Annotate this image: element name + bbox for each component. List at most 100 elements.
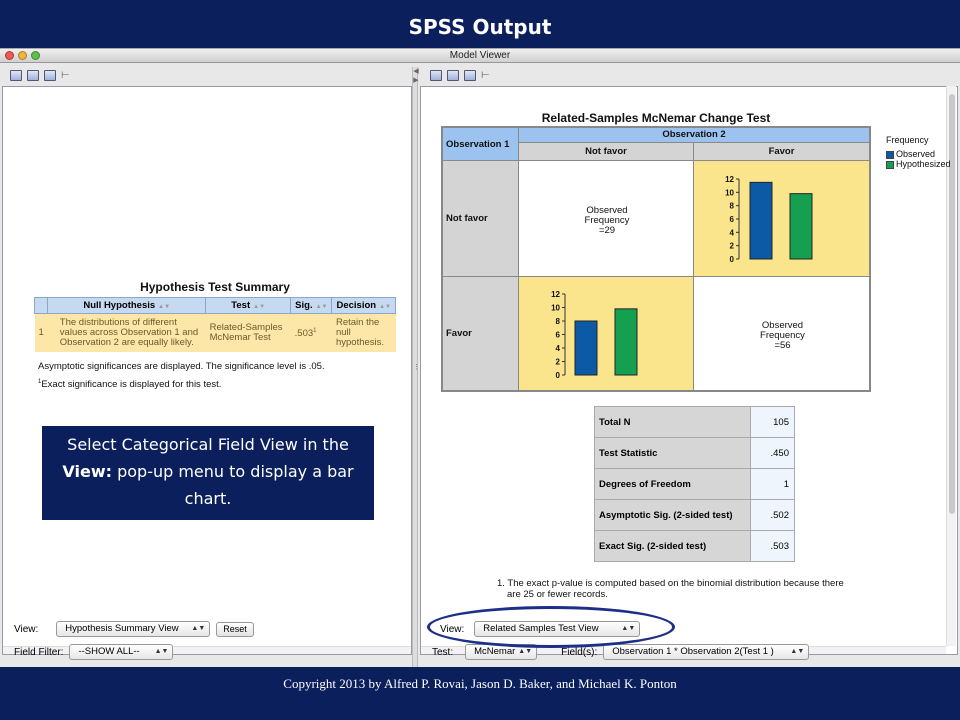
cell-not-favor-favor: 0 2 4 6 8 10 12 — [693, 160, 870, 277]
updown-caret-icon: ▲▼ — [191, 625, 206, 632]
column-header[interactable]: Sig. ▲▼ — [290, 297, 333, 314]
null-hypothesis-cell: The distributions of different values ac… — [47, 313, 206, 352]
bar-chart-favor-not-favor: 0 2 4 6 8 10 12 — [551, 290, 638, 380]
stat-label: Asymptotic Sig. (2-sided test) — [594, 499, 751, 531]
y-tick-label: 2 — [556, 358, 561, 367]
decision-cell: Retain the null hypothesis. — [331, 313, 396, 352]
field-filter-value: --SHOW ALL-- — [78, 646, 140, 657]
table-row: Asymptotic Sig. (2-sided test) .502 — [594, 499, 795, 531]
mcnemar-crosstab: Observation 1 Observation 2 Not favor Fa… — [441, 126, 871, 392]
y-tick-label: 8 — [556, 317, 561, 326]
test-statistics-table: Total N 105 Test Statistic .450 Degrees of… — [594, 406, 795, 562]
bar-observed — [749, 181, 773, 260]
column-header — [33, 297, 49, 314]
print-icon[interactable] — [44, 69, 56, 81]
stat-value: .450 — [750, 437, 795, 469]
slide-title: SPSS Output — [408, 15, 552, 39]
view-label: View: — [14, 623, 39, 635]
table-row: Exact Sig. (2-sided test) .503 — [594, 530, 795, 562]
legend-swatch — [886, 150, 894, 159]
copy-icon[interactable] — [10, 69, 22, 81]
y-tick-label: 12 — [725, 175, 734, 184]
legend-swatch — [886, 160, 894, 169]
stat-label: Degrees of Freedom — [594, 468, 751, 500]
stat-value: 105 — [750, 406, 795, 438]
tree-icon[interactable]: ⊢ — [481, 70, 491, 81]
y-tick-label: 4 — [730, 228, 735, 237]
left-filter-row: Field Filter: --SHOW ALL-- ▲▼ — [14, 643, 174, 661]
bar-hypothesized — [789, 193, 813, 260]
table-header-row: Null Hypothesis ▲▼ Test ▲▼ Sig. ▲▼ Decision… — [33, 297, 396, 314]
hypothesis-summary-title: Hypothesis Test Summary — [140, 280, 290, 294]
column-header[interactable]: Null Hypothesis ▲▼ — [47, 297, 207, 314]
cell-favor-not-favor: 0 2 4 6 8 10 12 — [518, 276, 694, 391]
splitter-grip-icon: ⋮ — [413, 364, 420, 371]
stat-label: Exact Sig. (2-sided test) — [594, 530, 751, 562]
y-tick-label: 10 — [725, 188, 734, 197]
y-tick-label: 4 — [556, 344, 561, 353]
frequency-legend: Frequency Observed Hypothesized — [886, 135, 951, 169]
row-number: 1 — [34, 313, 48, 352]
table-row[interactable]: 1 The distributions of different values … — [34, 313, 396, 352]
fields-label: Field(s): — [561, 646, 598, 658]
instruction-callout: Select Categorical Field View in the Vie… — [41, 425, 375, 521]
stat-value: .503 — [750, 530, 795, 562]
stat-label: Total N — [594, 406, 751, 438]
test-label: Test: — [432, 646, 454, 658]
bar-chart-not-favor-favor: 0 2 4 6 8 10 12 — [725, 175, 813, 264]
cell-favor-favor: Observed Frequency =56 — [693, 276, 870, 391]
legend-title: Frequency — [886, 135, 929, 145]
window-title: Model Viewer — [449, 50, 511, 61]
copy-icon[interactable] — [430, 69, 442, 81]
expand-right-icon[interactable]: ▶ — [413, 76, 419, 84]
exact-significance-note: 1Exact significance is displayed for thi… — [38, 379, 222, 391]
stat-label: Test Statistic — [594, 437, 751, 469]
copy-special-icon[interactable] — [447, 69, 459, 81]
reset-button[interactable]: Reset — [216, 621, 254, 637]
y-tick-label: 8 — [730, 202, 735, 211]
field-filter-label: Field Filter: — [14, 646, 64, 658]
column-header[interactable]: Decision ▲▼ — [331, 297, 396, 314]
observed-frequency-text: Observed Frequency =56 — [760, 320, 805, 351]
y-tick-label: 6 — [556, 331, 561, 340]
observation-2-header: Observation 2 — [518, 127, 870, 143]
test-select-value: McNemar — [474, 646, 516, 657]
left-view-row: View: Hypothesis Summary View ▲▼ Reset — [14, 620, 254, 638]
fields-select-value: Observation 1 * Observation 2(Test 1 ) — [612, 646, 774, 657]
view-select[interactable]: Hypothesis Summary View ▲▼ — [56, 621, 211, 637]
mcnemar-title: Related-Samples McNemar Change Test — [541, 111, 771, 125]
test-cell: Related-Samples McNemar Test — [205, 313, 291, 352]
right-test-row: Test: McNemar ▲▼ Field(s): Observation 1 … — [432, 643, 810, 661]
cell-not-favor-not-favor: Observed Frequency =29 — [518, 160, 694, 277]
row-header-favor: Favor — [442, 276, 519, 391]
sort-icon[interactable]: ▲▼ — [158, 304, 170, 310]
sort-icon[interactable]: ▲▼ — [379, 304, 391, 310]
sort-icon[interactable]: ▲▼ — [253, 304, 265, 310]
right-vertical-scrollbar[interactable] — [946, 86, 956, 646]
hypothesis-summary-table: Null Hypothesis ▲▼ Test ▲▼ Sig. ▲▼ Decision… — [33, 297, 396, 352]
column-header[interactable]: Test ▲▼ — [205, 297, 292, 314]
callout-text-bold: View: — [62, 462, 112, 481]
copy-special-icon[interactable] — [27, 69, 39, 81]
fields-select[interactable]: Observation 1 * Observation 2(Test 1 ) ▲▼ — [603, 644, 810, 660]
table-row: Total N 105 — [594, 406, 795, 438]
window-titlebar: Model Viewer — [0, 49, 960, 63]
pane-splitter[interactable]: ◀ ▶ ⋮ — [412, 67, 420, 667]
copyright-text: Copyright 2013 by Alfred P. Rovai, Jason… — [283, 676, 677, 691]
sort-icon[interactable]: ▲▼ — [316, 304, 328, 310]
y-tick-label: 12 — [551, 290, 560, 299]
tree-icon[interactable]: ⊢ — [61, 70, 71, 81]
collapse-left-icon[interactable]: ◀ — [413, 67, 419, 75]
col-header-not-favor: Not favor — [518, 142, 694, 161]
print-icon[interactable] — [464, 69, 476, 81]
right-toolbar: ⊢ — [420, 65, 491, 85]
bar-observed — [574, 320, 598, 376]
y-tick-label: 6 — [730, 215, 735, 224]
field-filter-select[interactable]: --SHOW ALL-- ▲▼ — [69, 644, 174, 660]
updown-caret-icon: ▲▼ — [154, 648, 169, 655]
callout-text-post: pop-up menu to display a bar chart. — [112, 462, 354, 508]
updown-caret-icon: ▲▼ — [790, 648, 805, 655]
col-header-favor: Favor — [693, 142, 870, 161]
observation-1-header: Observation 1 — [442, 127, 519, 161]
observed-frequency-text: Observed Frequency =29 — [584, 205, 630, 236]
